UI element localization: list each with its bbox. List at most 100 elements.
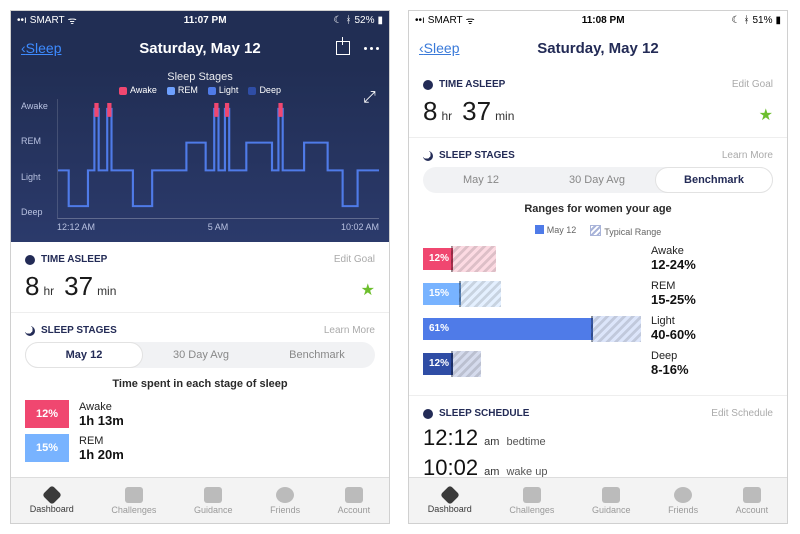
legend-awake: Awake — [119, 85, 157, 95]
stage-row: 15%REM1h 20m — [25, 434, 375, 462]
legend-rem: REM — [167, 85, 198, 95]
benchmark-bar-wrap: 12% — [423, 351, 643, 377]
benchmark-text: Light40-60% — [651, 315, 696, 342]
content-scroll[interactable]: TIME ASLEEP Edit Goal 8 hr 37 min ★ SLEE… — [11, 242, 389, 477]
goal-star-icon: ★ — [759, 105, 773, 125]
bedtime-label: bedtime — [506, 436, 545, 448]
back-button[interactable]: ‹ Sleep — [419, 40, 459, 56]
friends-icon — [276, 487, 294, 503]
page-title: Saturday, May 12 — [537, 40, 658, 57]
benchmark-bar-wrap: 61% — [423, 316, 643, 342]
phone-left: ••ı SMART ᯤ 11:07 PM ☾ ᚼ 52% ▮ ‹ Sleep S… — [10, 10, 390, 524]
benchmark-range-text: 15-25% — [651, 292, 696, 307]
tab-label: Friends — [668, 505, 698, 515]
edit-goal-link[interactable]: Edit Goal — [334, 254, 375, 265]
bedtime-value: 12:12 — [423, 425, 478, 450]
benchmark-row: 15%REM15-25% — [423, 280, 773, 307]
x-tick-end: 10:02 AM — [341, 222, 379, 232]
tab-30day[interactable]: 30 Day Avg — [539, 167, 655, 193]
share-icon[interactable] — [336, 41, 350, 55]
time-asleep-card: TIME ASLEEP Edit Goal 8 hr 37 min ★ — [11, 242, 389, 313]
more-icon[interactable] — [364, 47, 379, 50]
y-deep: Deep — [21, 207, 53, 217]
back-button[interactable]: ‹ Sleep — [21, 40, 61, 56]
chart-x-axis: 12:12 AM 5 AM 10:02 AM — [57, 222, 379, 232]
tab-benchmark[interactable]: Benchmark — [259, 342, 375, 368]
moon-half-icon — [423, 151, 433, 161]
sleep-stages-card: SLEEP STAGES Learn More May 12 30 Day Av… — [409, 138, 787, 396]
moon-full-icon — [423, 80, 433, 90]
guidance-icon — [204, 487, 222, 503]
tab-guidance[interactable]: Guidance — [592, 487, 631, 515]
benchmark-range-text: 40-60% — [651, 327, 696, 342]
tab-30day[interactable]: 30 Day Avg — [143, 342, 259, 368]
benchmark-name: Light — [651, 315, 696, 327]
benchmark-bar-wrap: 12% — [423, 246, 643, 272]
benchmark-range — [451, 351, 481, 377]
content-scroll[interactable]: TIME ASLEEP Edit Goal 8 hr 37 min ★ SLEE… — [409, 67, 787, 477]
edit-goal-link[interactable]: Edit Goal — [732, 79, 773, 90]
tab-account[interactable]: Account — [338, 487, 371, 515]
benchmark-range — [591, 316, 641, 342]
tab-label: Guidance — [592, 505, 631, 515]
wakeup-value: 10:02 — [423, 455, 478, 477]
friends-icon — [674, 487, 692, 503]
tab-may12[interactable]: May 12 — [423, 167, 539, 193]
battery-label: 51% — [752, 15, 772, 26]
tab-dashboard[interactable]: Dashboard — [428, 488, 472, 514]
stage-duration: 1h 13m — [79, 413, 124, 428]
legend-typical-range: Typical Range — [590, 225, 661, 237]
tab-guidance[interactable]: Guidance — [194, 487, 233, 515]
tab-dashboard[interactable]: Dashboard — [30, 488, 74, 514]
tab-label: Friends — [270, 505, 300, 515]
tab-label: Dashboard — [30, 504, 74, 514]
y-rem: REM — [21, 136, 53, 146]
benchmark-bar: 61% — [423, 318, 593, 340]
segment-caption: Ranges for women your age — [423, 203, 773, 215]
stages-segmented-control[interactable]: May 12 30 Day Avg Benchmark — [25, 342, 375, 368]
tab-may12[interactable]: May 12 — [25, 342, 143, 368]
asleep-hours: 8 — [25, 271, 39, 302]
tab-account[interactable]: Account — [736, 487, 769, 515]
edit-schedule-link[interactable]: Edit Schedule — [711, 408, 773, 419]
hypnogram-canvas[interactable] — [57, 99, 379, 219]
status-bar: ••ı SMART ᯤ 11:07 PM ☾ ᚼ 52% ▮ — [11, 11, 389, 29]
y-light: Light — [21, 172, 53, 182]
tab-label: Challenges — [509, 505, 554, 515]
clock-label: 11:08 PM — [582, 15, 625, 26]
benchmark-range-text: 8-16% — [651, 362, 689, 377]
moon-icon: ☾ — [334, 15, 343, 26]
learn-more-link[interactable]: Learn More — [324, 325, 375, 336]
chart-subtitle: Sleep Stages — [21, 71, 379, 83]
bluetooth-icon: ᚼ — [345, 15, 351, 26]
section-label: TIME ASLEEP — [41, 254, 107, 265]
stage-name: REM — [79, 435, 124, 447]
chart-y-axis: Awake REM Light Deep — [21, 99, 57, 219]
guidance-icon — [602, 487, 620, 503]
legend-day: May 12 — [535, 225, 577, 237]
clock-label: 11:07 PM — [184, 15, 227, 26]
wifi-icon: ᯤ — [466, 13, 475, 27]
moon-full-icon — [423, 409, 433, 419]
bedtime-row: 12:12 am bedtime — [423, 425, 773, 451]
challenges-icon — [125, 487, 143, 503]
benchmark-bar: 12% — [423, 353, 453, 375]
benchmark-row: 12%Awake12-24% — [423, 245, 773, 272]
wifi-icon: ᯤ — [68, 13, 77, 27]
benchmark-name: Awake — [651, 245, 696, 257]
stages-segmented-control[interactable]: May 12 30 Day Avg Benchmark — [423, 167, 773, 193]
stage-text: Awake1h 13m — [79, 401, 124, 428]
asleep-hr-unit: hr — [441, 109, 452, 123]
dashboard-icon — [42, 485, 62, 505]
carrier-label: SMART — [428, 15, 463, 26]
dashboard-icon — [440, 485, 460, 505]
benchmark-bar: 12% — [423, 248, 453, 270]
tab-friends[interactable]: Friends — [668, 487, 698, 515]
tab-benchmark[interactable]: Benchmark — [655, 167, 773, 193]
tab-challenges[interactable]: Challenges — [111, 487, 156, 515]
stage-pct: 15% — [25, 434, 69, 462]
status-bar: ••ı SMART ᯤ 11:08 PM ☾ ᚼ 51% ▮ — [409, 11, 787, 29]
tab-friends[interactable]: Friends — [270, 487, 300, 515]
tab-challenges[interactable]: Challenges — [509, 487, 554, 515]
learn-more-link[interactable]: Learn More — [722, 150, 773, 161]
